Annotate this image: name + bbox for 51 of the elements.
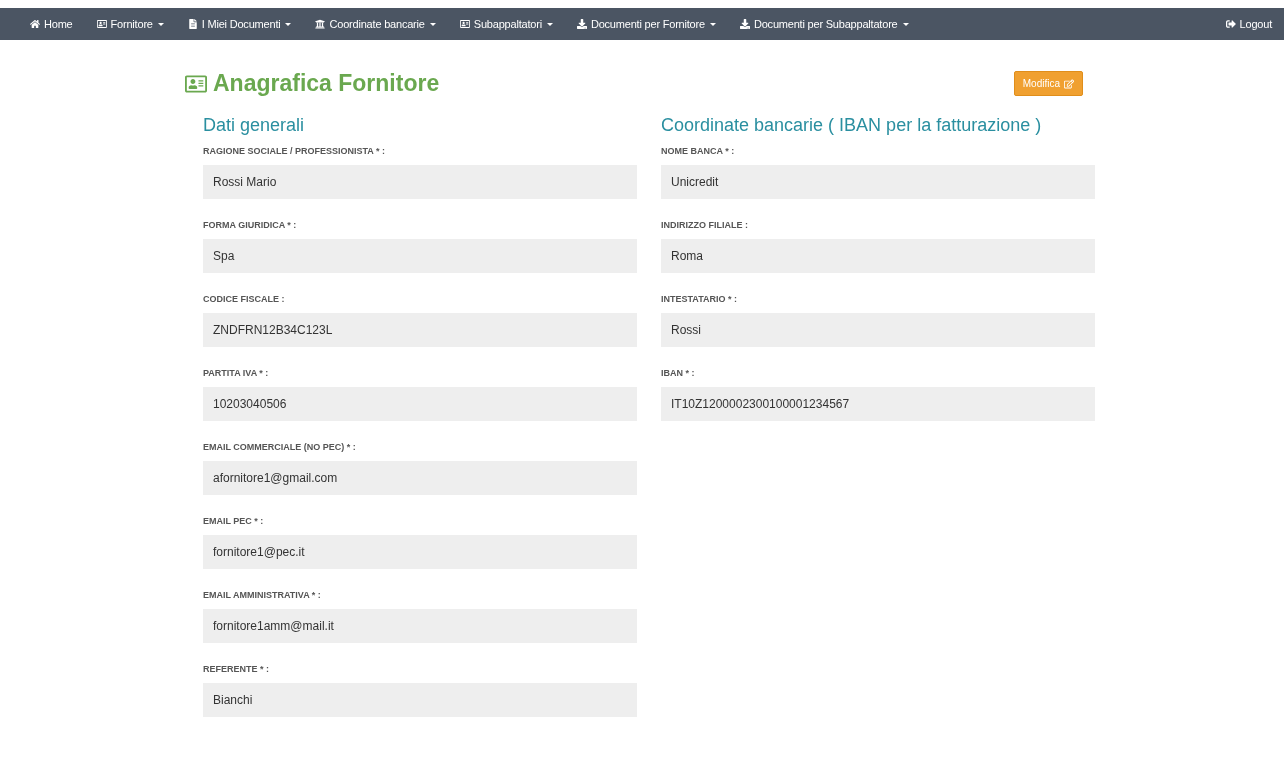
nav-link[interactable]: I Miei Documenti [187,18,292,30]
nav-link[interactable]: Documenti per Fornitore [576,18,716,30]
field-label: RAGIONE SOCIALE / PROFESSIONISTA * : [203,146,387,156]
field-label: EMAIL PEC * : [203,516,265,526]
download-icon [739,19,750,29]
field-label: NOME BANCA * : [661,146,736,156]
field-label: IBAN * : [661,368,696,378]
id-card-icon [185,72,207,95]
page-title: Anagrafica Fornitore [185,70,440,97]
field-label: INTESTATARIO * : [661,294,738,304]
field-value: Bianchi [203,683,637,717]
field-label: INDIRIZZO FILIALE : [661,220,749,230]
home-icon [30,19,40,29]
field-value: Rossi Mario [203,165,637,199]
download-icon [576,19,587,29]
field-value: ZNDFRN12B34C123L [203,313,637,347]
caret-icon [157,22,164,26]
caret-icon [429,22,436,26]
field-label: REFERENTE * : [203,664,270,674]
nav-link[interactable]: Home [30,18,73,30]
nav-link[interactable]: Fornitore [96,18,164,30]
edit-icon [1064,78,1074,89]
field-value: afornitore1@gmail.com [203,461,637,495]
bank-icon [315,19,326,29]
field-label: EMAIL COMMERCIALE (NO PEC) * : [203,442,357,452]
field-value: Unicredit [661,165,1095,199]
caret-icon [285,22,292,26]
field-label: PARTITA IVA * : [203,368,270,378]
field-value: 10203040506 [203,387,637,421]
logout-link[interactable]: Logout [1225,18,1272,30]
id-card-icon [459,19,470,29]
field-value: Rossi [661,313,1095,347]
caret-icon [709,22,716,26]
field-value: fornitore1@pec.it [203,535,637,569]
nav-link[interactable]: Subappaltatori [459,18,553,30]
caret-icon [546,22,553,26]
caret-icon [902,22,909,26]
section-title: Coordinate bancarie ( IBAN per la fatturazione ) [661,115,1043,136]
id-card-icon [96,19,107,29]
document-icon [187,19,198,29]
nav-link[interactable]: Coordinate bancarie [315,18,436,30]
nav-link[interactable]: Documenti per Subappaltatore [739,18,909,30]
field-value: IT10Z1200002300100001234567 [661,387,1095,421]
field-value: Roma [661,239,1095,273]
field-value: fornitore1amm@mail.it [203,609,637,643]
field-value: Spa [203,239,637,273]
field-label: FORMA GIURIDICA * : [203,220,298,230]
field-label: CODICE FISCALE : [203,294,286,304]
logout-icon [1225,19,1236,29]
section-title: Dati generali [203,115,306,136]
field-label: EMAIL AMMINISTRATIVA * : [203,590,322,600]
